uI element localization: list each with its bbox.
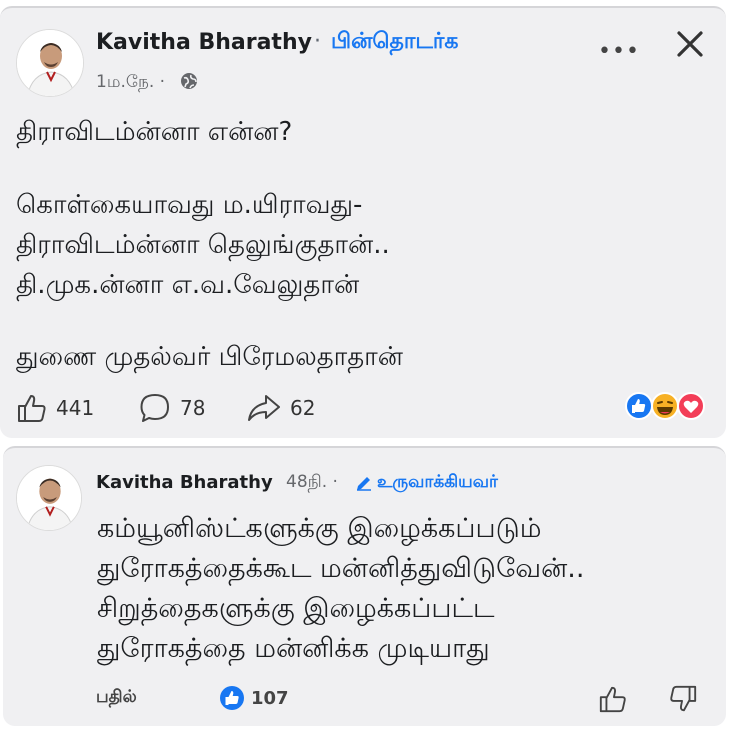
- post-author-avatar[interactable]: [16, 29, 84, 97]
- post-timestamp[interactable]: 1ம.நே. ·: [96, 72, 165, 94]
- comment-like-button[interactable]: [598, 684, 628, 718]
- pencil-icon: [357, 477, 371, 491]
- comment-text-line: கம்யூனிஸ்ட்களுக்கு இழைக்கப்படும்: [97, 513, 542, 544]
- follow-button[interactable]: பின்தொடர்க: [331, 29, 458, 57]
- comment-timestamp[interactable]: 48நி. ·: [286, 472, 338, 494]
- post-text-line: திராவிடம்ன்னா தெலுங்குதான்..: [16, 230, 390, 260]
- comment-text-line: சிறுத்தைகளுக்கு இழைக்கப்பட்ட: [97, 593, 495, 624]
- comment-text-line: துரோகத்தைக்கூட மன்னித்துவிடுவேன்..: [97, 553, 585, 584]
- like-count: 441: [56, 396, 95, 420]
- close-icon[interactable]: [672, 26, 708, 62]
- comment-dislike-button[interactable]: [668, 684, 698, 718]
- author-badge: உருவாக்கியவர்: [355, 472, 498, 494]
- reaction-summary[interactable]: [622, 391, 708, 421]
- comment-author-avatar[interactable]: [16, 465, 82, 531]
- comment-author-name[interactable]: Kavitha Bharathy: [96, 472, 273, 493]
- share-count: 62: [290, 396, 316, 420]
- author-badge-label: உருவாக்கியவர்: [377, 472, 498, 492]
- post-text-line: துணை முதல்வர் பிரேமலதாதான்: [16, 342, 403, 372]
- share-action[interactable]: 62: [246, 392, 315, 424]
- post-text-line: கொள்கையாவது ம.யிராவது-: [16, 190, 363, 220]
- like-action[interactable]: 441: [16, 392, 94, 424]
- globe-icon: [180, 72, 198, 94]
- post-text-line: திராவிடம்ன்னா என்ன?: [16, 117, 293, 147]
- thumbs-up-icon: [599, 686, 626, 713]
- comment-reaction-count[interactable]: 107: [219, 685, 289, 711]
- thumbs-up-icon: [18, 395, 46, 422]
- thumbs-down-icon: [670, 685, 697, 712]
- comment-text-line: துரோகத்தை மன்னிக்க முடியாது: [97, 633, 490, 664]
- comment-action[interactable]: 78: [138, 392, 205, 424]
- more-options-icon[interactable]: •••: [598, 39, 640, 64]
- post-author-name[interactable]: Kavitha Bharathy: [96, 30, 312, 55]
- like-reaction-icon: [625, 392, 653, 420]
- comment-count: 78: [180, 396, 206, 420]
- share-arrow-icon: [248, 395, 280, 421]
- comment-like-count: 107: [251, 687, 289, 709]
- reply-button[interactable]: பதில்: [96, 687, 137, 709]
- haha-reaction-icon: [651, 392, 679, 420]
- comment-bubble-icon: [140, 394, 169, 422]
- name-separator: ·: [314, 29, 321, 54]
- heart-reaction-icon: [677, 392, 705, 420]
- post-text-line: தி.முக.ன்னா எ.வ.வேலுதான்: [16, 270, 360, 300]
- like-reaction-icon: [220, 686, 244, 710]
